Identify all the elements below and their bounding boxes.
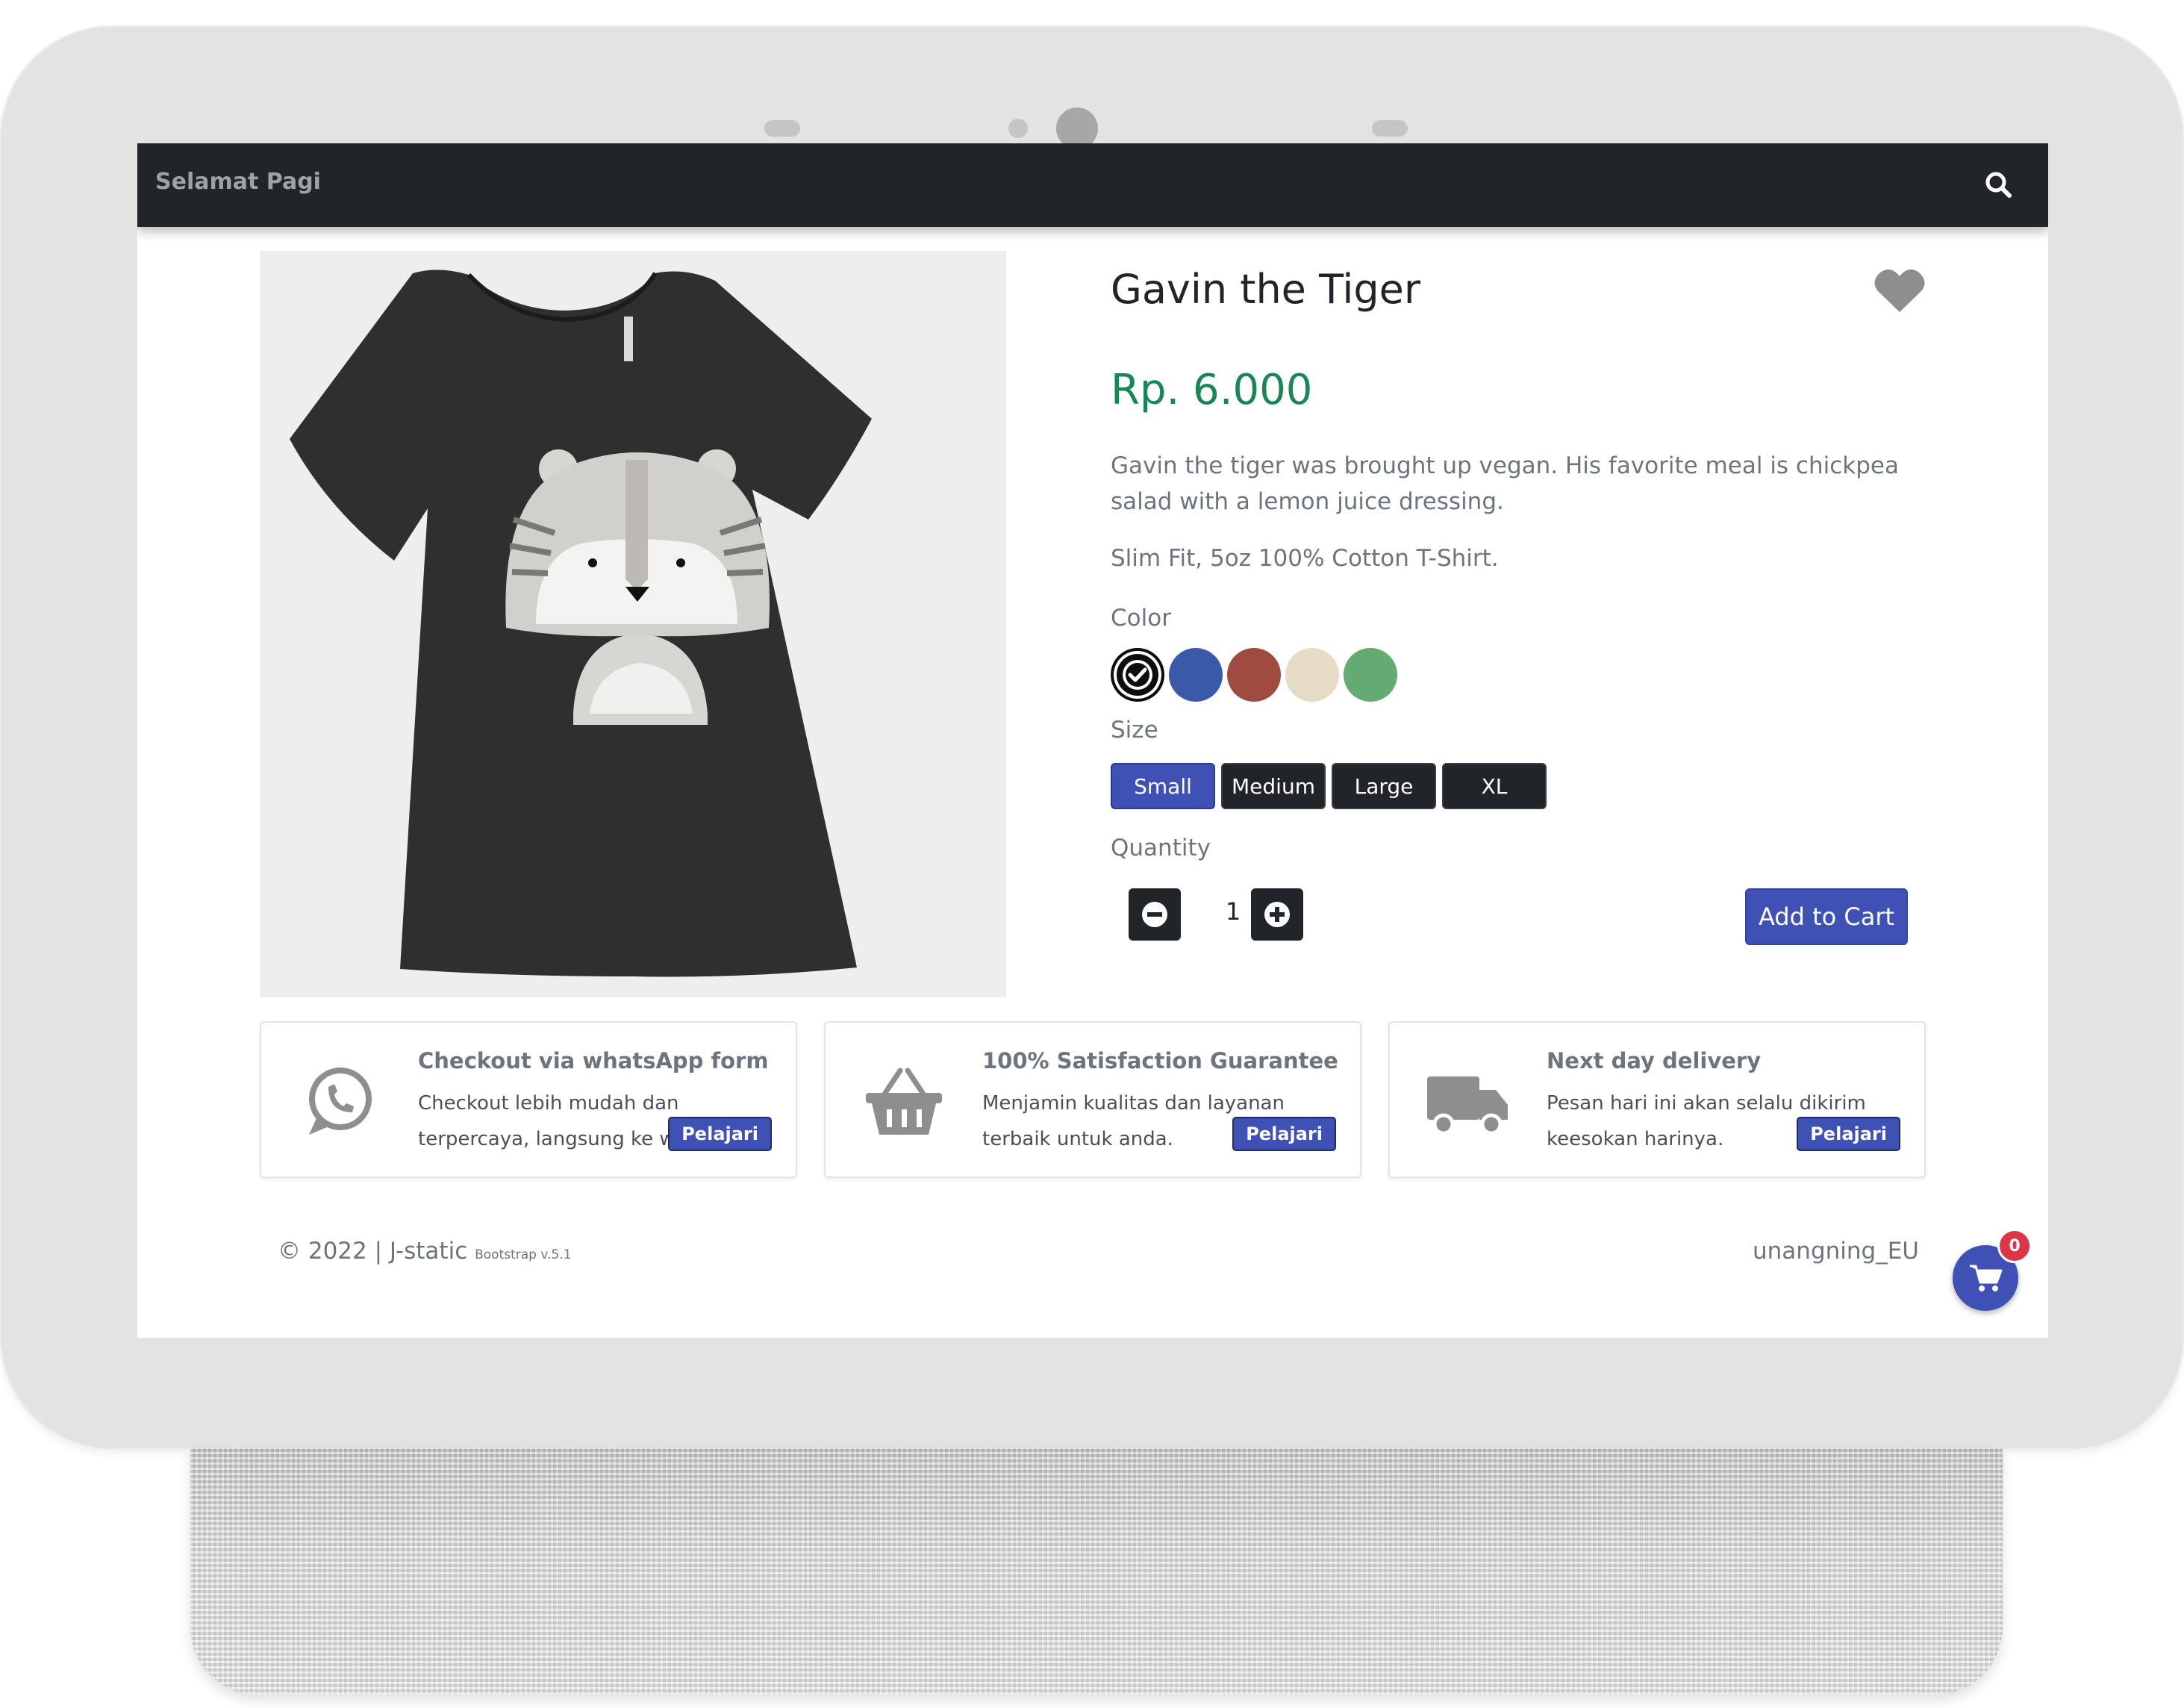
color-swatch-blue[interactable]: [1169, 648, 1223, 702]
plus-circle-icon: [1264, 902, 1290, 927]
framework-version: Bootstrap v.5.1: [475, 1247, 572, 1262]
feature-title: Checkout via whatsApp form: [418, 1048, 769, 1073]
feature-cards: Checkout via whatsApp form Checkout lebi…: [260, 1021, 1926, 1178]
navbar-brand[interactable]: Selamat Pagi: [155, 169, 321, 195]
footer-copyright: © 2022 | J-static Bootstrap v.5.1: [278, 1238, 572, 1265]
color-label: Color: [1111, 605, 1171, 632]
product-description: Gavin the tiger was brought up vegan. Hi…: [1111, 452, 1899, 515]
color-swatch-cream[interactable]: [1285, 648, 1339, 702]
size-option-large[interactable]: Large: [1332, 763, 1436, 809]
quantity-minus-button[interactable]: [1129, 888, 1181, 941]
cart-icon: [1970, 1265, 2003, 1291]
learn-more-button[interactable]: Pelajari: [668, 1117, 772, 1151]
size-label: Size: [1111, 717, 1158, 744]
light-sensor: [1008, 119, 1028, 138]
truck-icon: [1427, 1076, 1508, 1135]
feature-card: Checkout via whatsApp form Checkout lebi…: [260, 1021, 797, 1178]
color-swatch-green[interactable]: [1344, 648, 1397, 702]
footer-author[interactable]: unangning_EU: [1753, 1238, 1919, 1265]
product-fabric: Slim Fit, 5oz 100% Cotton T-Shirt.: [1111, 545, 1499, 572]
quantity-plus-button[interactable]: [1251, 888, 1303, 941]
check-icon: [1123, 660, 1152, 690]
color-swatch-red[interactable]: [1227, 648, 1281, 702]
size-option-xl[interactable]: XL: [1442, 763, 1547, 809]
feature-card: 100% Satisfaction Guarantee Menjamin kua…: [824, 1021, 1361, 1178]
app-screen: Selamat Pagi Gavin the Tiger Rp. 6.000 G…: [137, 143, 2048, 1338]
whatsapp-icon: [309, 1068, 372, 1135]
basket-icon: [866, 1068, 942, 1135]
search-icon[interactable]: [1981, 167, 2017, 203]
learn-more-button[interactable]: Pelajari: [1232, 1117, 1336, 1151]
heart-icon[interactable]: [1873, 267, 1926, 314]
feature-title: 100% Satisfaction Guarantee: [982, 1048, 1338, 1073]
mic-sensor: [764, 120, 800, 137]
navbar: Selamat Pagi: [137, 143, 2048, 227]
tshirt-tiger-image: [290, 269, 872, 977]
size-option-small[interactable]: Small: [1111, 763, 1215, 809]
product-price: Rp. 6.000: [1111, 366, 1313, 414]
copyright-text: © 2022 | J-static: [278, 1238, 468, 1265]
mic-sensor: [1372, 120, 1408, 137]
quantity-value[interactable]: 1: [1211, 897, 1255, 926]
speaker-base: [190, 1448, 2003, 1695]
color-swatch-black[interactable]: [1111, 648, 1164, 702]
product-title: Gavin the Tiger: [1111, 266, 1421, 313]
product-image: [260, 251, 1006, 997]
cart-count-badge: 0: [1997, 1229, 2032, 1263]
add-to-cart-button[interactable]: Add to Cart: [1745, 888, 1908, 945]
minus-circle-icon: [1142, 902, 1167, 927]
color-swatches: [1111, 648, 1397, 702]
size-options: Small Medium Large XL: [1111, 763, 1547, 809]
quantity-label: Quantity: [1111, 835, 1211, 861]
learn-more-button[interactable]: Pelajari: [1797, 1117, 1900, 1151]
feature-card: Next day delivery Pesan hari ini akan se…: [1388, 1021, 1926, 1178]
size-option-medium[interactable]: Medium: [1221, 763, 1326, 809]
feature-title: Next day delivery: [1547, 1048, 1762, 1073]
